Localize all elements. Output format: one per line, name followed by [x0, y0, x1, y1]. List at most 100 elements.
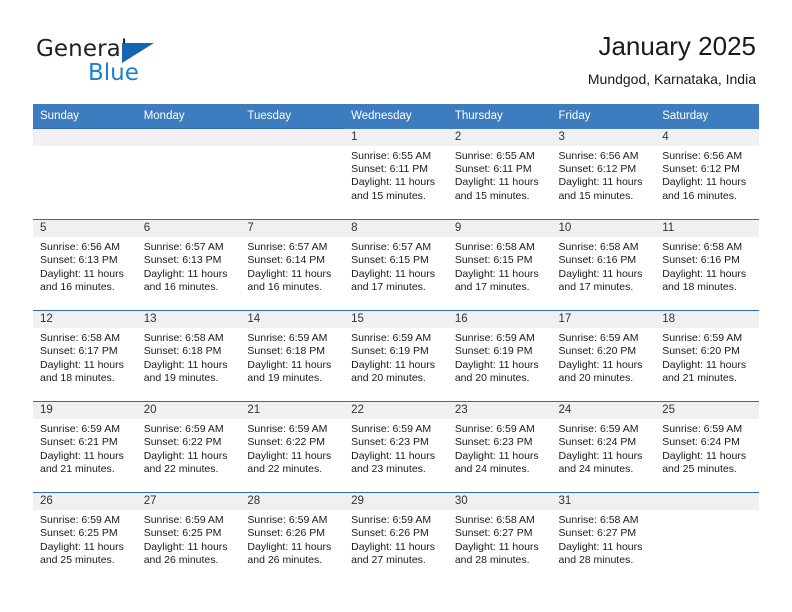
calendar-cell-day[interactable]: 27 Sunrise: 6:59 AM Sunset: 6:25 PM Dayligh…: [136, 492, 241, 583]
weekday-header-monday: Monday: [136, 104, 241, 129]
sunset-time: Sunset: 6:25 PM: [143, 527, 222, 540]
sunrise-time: Sunrise: 6:55 AM: [454, 149, 535, 162]
daylight-duration-line1: Daylight: 11 hours: [40, 358, 124, 371]
daylight-duration-line1: Daylight: 11 hours: [558, 449, 643, 462]
daylight-duration-line2: and 17 minutes.: [558, 281, 634, 294]
calendar-cell-day[interactable]: 24 Sunrise: 6:59 AM Sunset: 6:24 PM Dayligh…: [551, 401, 656, 493]
day-cell-content: 31 Sunrise: 6:58 AM Sunset: 6:27 PM Dayligh…: [551, 493, 656, 583]
day-number: 6: [136, 220, 241, 237]
day-details: [137, 146, 241, 150]
weekday-header-tuesday: Tuesday: [240, 104, 345, 129]
calendar-cell-day[interactable]: 15 Sunrise: 6:59 AM Sunset: 6:19 PM Dayligh…: [344, 310, 448, 402]
calendar-cell-day[interactable]: 20 Sunrise: 6:59 AM Sunset: 6:22 PM Dayligh…: [136, 401, 241, 493]
weekday-header-thursday: Thursday: [447, 104, 552, 129]
day-details: Sunrise: 6:59 AM Sunset: 6:19 PM Daylight:…: [448, 328, 552, 386]
day-number: 18: [655, 311, 759, 328]
day-number: [33, 129, 137, 146]
brand-name-general: General: [36, 36, 128, 62]
day-cell-content: [240, 129, 345, 219]
sunrise-time: Sunrise: 6:55 AM: [351, 149, 432, 162]
calendar-cell-day[interactable]: 26 Sunrise: 6:59 AM Sunset: 6:25 PM Dayligh…: [33, 492, 137, 583]
calendar-cell-day[interactable]: 7 Sunrise: 6:57 AM Sunset: 6:14 PM Daylight…: [240, 219, 345, 311]
day-cell-content: 1 Sunrise: 6:55 AM Sunset: 6:11 PM Daylight…: [344, 128, 448, 219]
calendar-cell-day[interactable]: 8 Sunrise: 6:57 AM Sunset: 6:15 PM Daylight…: [344, 219, 448, 311]
calendar-header-row: Sunday Monday Tuesday Wednesday Thursday…: [33, 104, 759, 129]
day-number: [655, 493, 759, 510]
general-blue-logo[interactable]: General Blue: [36, 36, 276, 94]
day-cell-content: 6 Sunrise: 6:57 AM Sunset: 6:13 PM Daylight…: [136, 220, 241, 310]
day-details: Sunrise: 6:59 AM Sunset: 6:21 PM Daylight:…: [33, 419, 137, 477]
calendar-cell-day[interactable]: 10 Sunrise: 6:58 AM Sunset: 6:16 PM Dayligh…: [551, 219, 656, 311]
calendar-week-row: 19 Sunrise: 6:59 AM Sunset: 6:21 PM Dayligh…: [33, 401, 759, 493]
day-details: Sunrise: 6:59 AM Sunset: 6:23 PM Daylight:…: [448, 419, 552, 477]
day-number: 20: [136, 402, 241, 419]
day-details: Sunrise: 6:59 AM Sunset: 6:24 PM Daylight:…: [552, 419, 656, 477]
calendar-cell-day[interactable]: 14 Sunrise: 6:59 AM Sunset: 6:18 PM Dayligh…: [240, 310, 345, 402]
day-cell-content: 7 Sunrise: 6:57 AM Sunset: 6:14 PM Daylight…: [240, 220, 345, 310]
calendar-cell-day[interactable]: 31 Sunrise: 6:58 AM Sunset: 6:27 PM Dayligh…: [551, 492, 656, 583]
calendar-cell-day[interactable]: 12 Sunrise: 6:58 AM Sunset: 6:17 PM Dayligh…: [33, 310, 137, 402]
daylight-duration-line2: and 19 minutes.: [247, 372, 323, 385]
calendar-cell-day[interactable]: 21 Sunrise: 6:59 AM Sunset: 6:22 PM Dayligh…: [240, 401, 345, 493]
day-number: 23: [447, 402, 552, 419]
daylight-duration-line1: Daylight: 11 hours: [247, 540, 332, 553]
sunset-time: Sunset: 6:12 PM: [662, 162, 740, 175]
daylight-duration-line1: Daylight: 11 hours: [40, 267, 124, 280]
calendar-cell-day[interactable]: 22 Sunrise: 6:59 AM Sunset: 6:23 PM Dayligh…: [344, 401, 448, 493]
day-cell-content: [136, 129, 241, 219]
calendar-cell-day[interactable]: 2 Sunrise: 6:55 AM Sunset: 6:11 PM Daylight…: [447, 128, 552, 220]
daylight-duration-line2: and 16 minutes.: [40, 281, 115, 294]
daylight-duration-line1: Daylight: 11 hours: [351, 358, 435, 371]
calendar-table: Sunday Monday Tuesday Wednesday Thursday…: [33, 104, 759, 583]
sunset-time: Sunset: 6:20 PM: [662, 345, 740, 358]
sunrise-time: Sunrise: 6:58 AM: [143, 332, 224, 344]
calendar-cell-day[interactable]: 25 Sunrise: 6:59 AM Sunset: 6:24 PM Dayligh…: [655, 401, 759, 493]
calendar-page: General Blue January 2025 Mundgod, Karna…: [0, 0, 792, 612]
day-number: 19: [33, 402, 137, 419]
daylight-duration-line2: and 20 minutes.: [351, 372, 426, 385]
daylight-duration-line2: and 18 minutes.: [40, 372, 115, 385]
calendar-cell-day[interactable]: 1 Sunrise: 6:55 AM Sunset: 6:11 PM Daylight…: [344, 128, 448, 220]
day-number: 1: [344, 128, 448, 146]
calendar-cell-day[interactable]: 5 Sunrise: 6:56 AM Sunset: 6:13 PM Daylight…: [33, 219, 137, 311]
sunrise-time: Sunrise: 6:59 AM: [351, 332, 432, 344]
calendar-cell-day[interactable]: 29 Sunrise: 6:59 AM Sunset: 6:26 PM Dayligh…: [344, 492, 448, 583]
sunset-time: Sunset: 6:27 PM: [454, 527, 533, 540]
sunset-time: Sunset: 6:19 PM: [454, 345, 533, 358]
sunrise-time: Sunrise: 6:59 AM: [558, 332, 639, 344]
day-number: 31: [551, 493, 656, 510]
calendar-cell-day[interactable]: 23 Sunrise: 6:59 AM Sunset: 6:23 PM Dayligh…: [447, 401, 552, 493]
calendar-cell-day[interactable]: 4 Sunrise: 6:56 AM Sunset: 6:12 PM Daylight…: [655, 128, 759, 220]
daylight-duration-line1: Daylight: 11 hours: [351, 176, 435, 189]
day-cell-content: 13 Sunrise: 6:58 AM Sunset: 6:18 PM Dayligh…: [136, 311, 241, 401]
calendar-cell-day[interactable]: 18 Sunrise: 6:59 AM Sunset: 6:20 PM Dayligh…: [655, 310, 759, 402]
day-number: 22: [344, 402, 448, 419]
calendar-cell-day[interactable]: 9 Sunrise: 6:58 AM Sunset: 6:15 PM Daylight…: [447, 219, 552, 311]
day-details: Sunrise: 6:58 AM Sunset: 6:16 PM Daylight:…: [655, 237, 759, 295]
day-cell-content: 25 Sunrise: 6:59 AM Sunset: 6:24 PM Dayligh…: [655, 402, 759, 492]
day-details: Sunrise: 6:57 AM Sunset: 6:15 PM Daylight:…: [344, 237, 448, 295]
sunrise-time: Sunrise: 6:59 AM: [247, 514, 328, 526]
daylight-duration-line2: and 21 minutes.: [40, 463, 115, 476]
calendar-cell-day[interactable]: 11 Sunrise: 6:58 AM Sunset: 6:16 PM Dayligh…: [655, 219, 759, 311]
sunrise-time: Sunrise: 6:59 AM: [662, 423, 743, 435]
sunrise-time: Sunrise: 6:59 AM: [247, 332, 328, 344]
day-cell-content: 22 Sunrise: 6:59 AM Sunset: 6:23 PM Dayligh…: [344, 402, 448, 492]
day-number: 24: [551, 402, 656, 419]
calendar-cell-empty: [655, 492, 759, 583]
calendar-cell-day[interactable]: 28 Sunrise: 6:59 AM Sunset: 6:26 PM Dayligh…: [240, 492, 345, 583]
calendar-cell-day[interactable]: 17 Sunrise: 6:59 AM Sunset: 6:20 PM Dayligh…: [551, 310, 656, 402]
calendar-cell-day[interactable]: 30 Sunrise: 6:58 AM Sunset: 6:27 PM Dayligh…: [447, 492, 552, 583]
day-cell-content: 19 Sunrise: 6:59 AM Sunset: 6:21 PM Dayligh…: [33, 402, 137, 492]
calendar-cell-day[interactable]: 6 Sunrise: 6:57 AM Sunset: 6:13 PM Daylight…: [136, 219, 241, 311]
day-details: Sunrise: 6:58 AM Sunset: 6:18 PM Daylight:…: [137, 328, 241, 386]
daylight-duration-line1: Daylight: 11 hours: [558, 267, 643, 280]
daylight-duration-line2: and 20 minutes.: [454, 372, 530, 385]
calendar-cell-day[interactable]: 3 Sunrise: 6:56 AM Sunset: 6:12 PM Daylight…: [551, 128, 656, 220]
calendar-cell-day[interactable]: 13 Sunrise: 6:58 AM Sunset: 6:18 PM Dayligh…: [136, 310, 241, 402]
weekday-header-saturday: Saturday: [655, 104, 759, 129]
daylight-duration-line1: Daylight: 11 hours: [247, 358, 332, 371]
calendar-cell-day[interactable]: 19 Sunrise: 6:59 AM Sunset: 6:21 PM Dayligh…: [33, 401, 137, 493]
calendar-cell-day[interactable]: 16 Sunrise: 6:59 AM Sunset: 6:19 PM Dayligh…: [447, 310, 552, 402]
page-header: General Blue January 2025 Mundgod, Karna…: [0, 0, 792, 100]
